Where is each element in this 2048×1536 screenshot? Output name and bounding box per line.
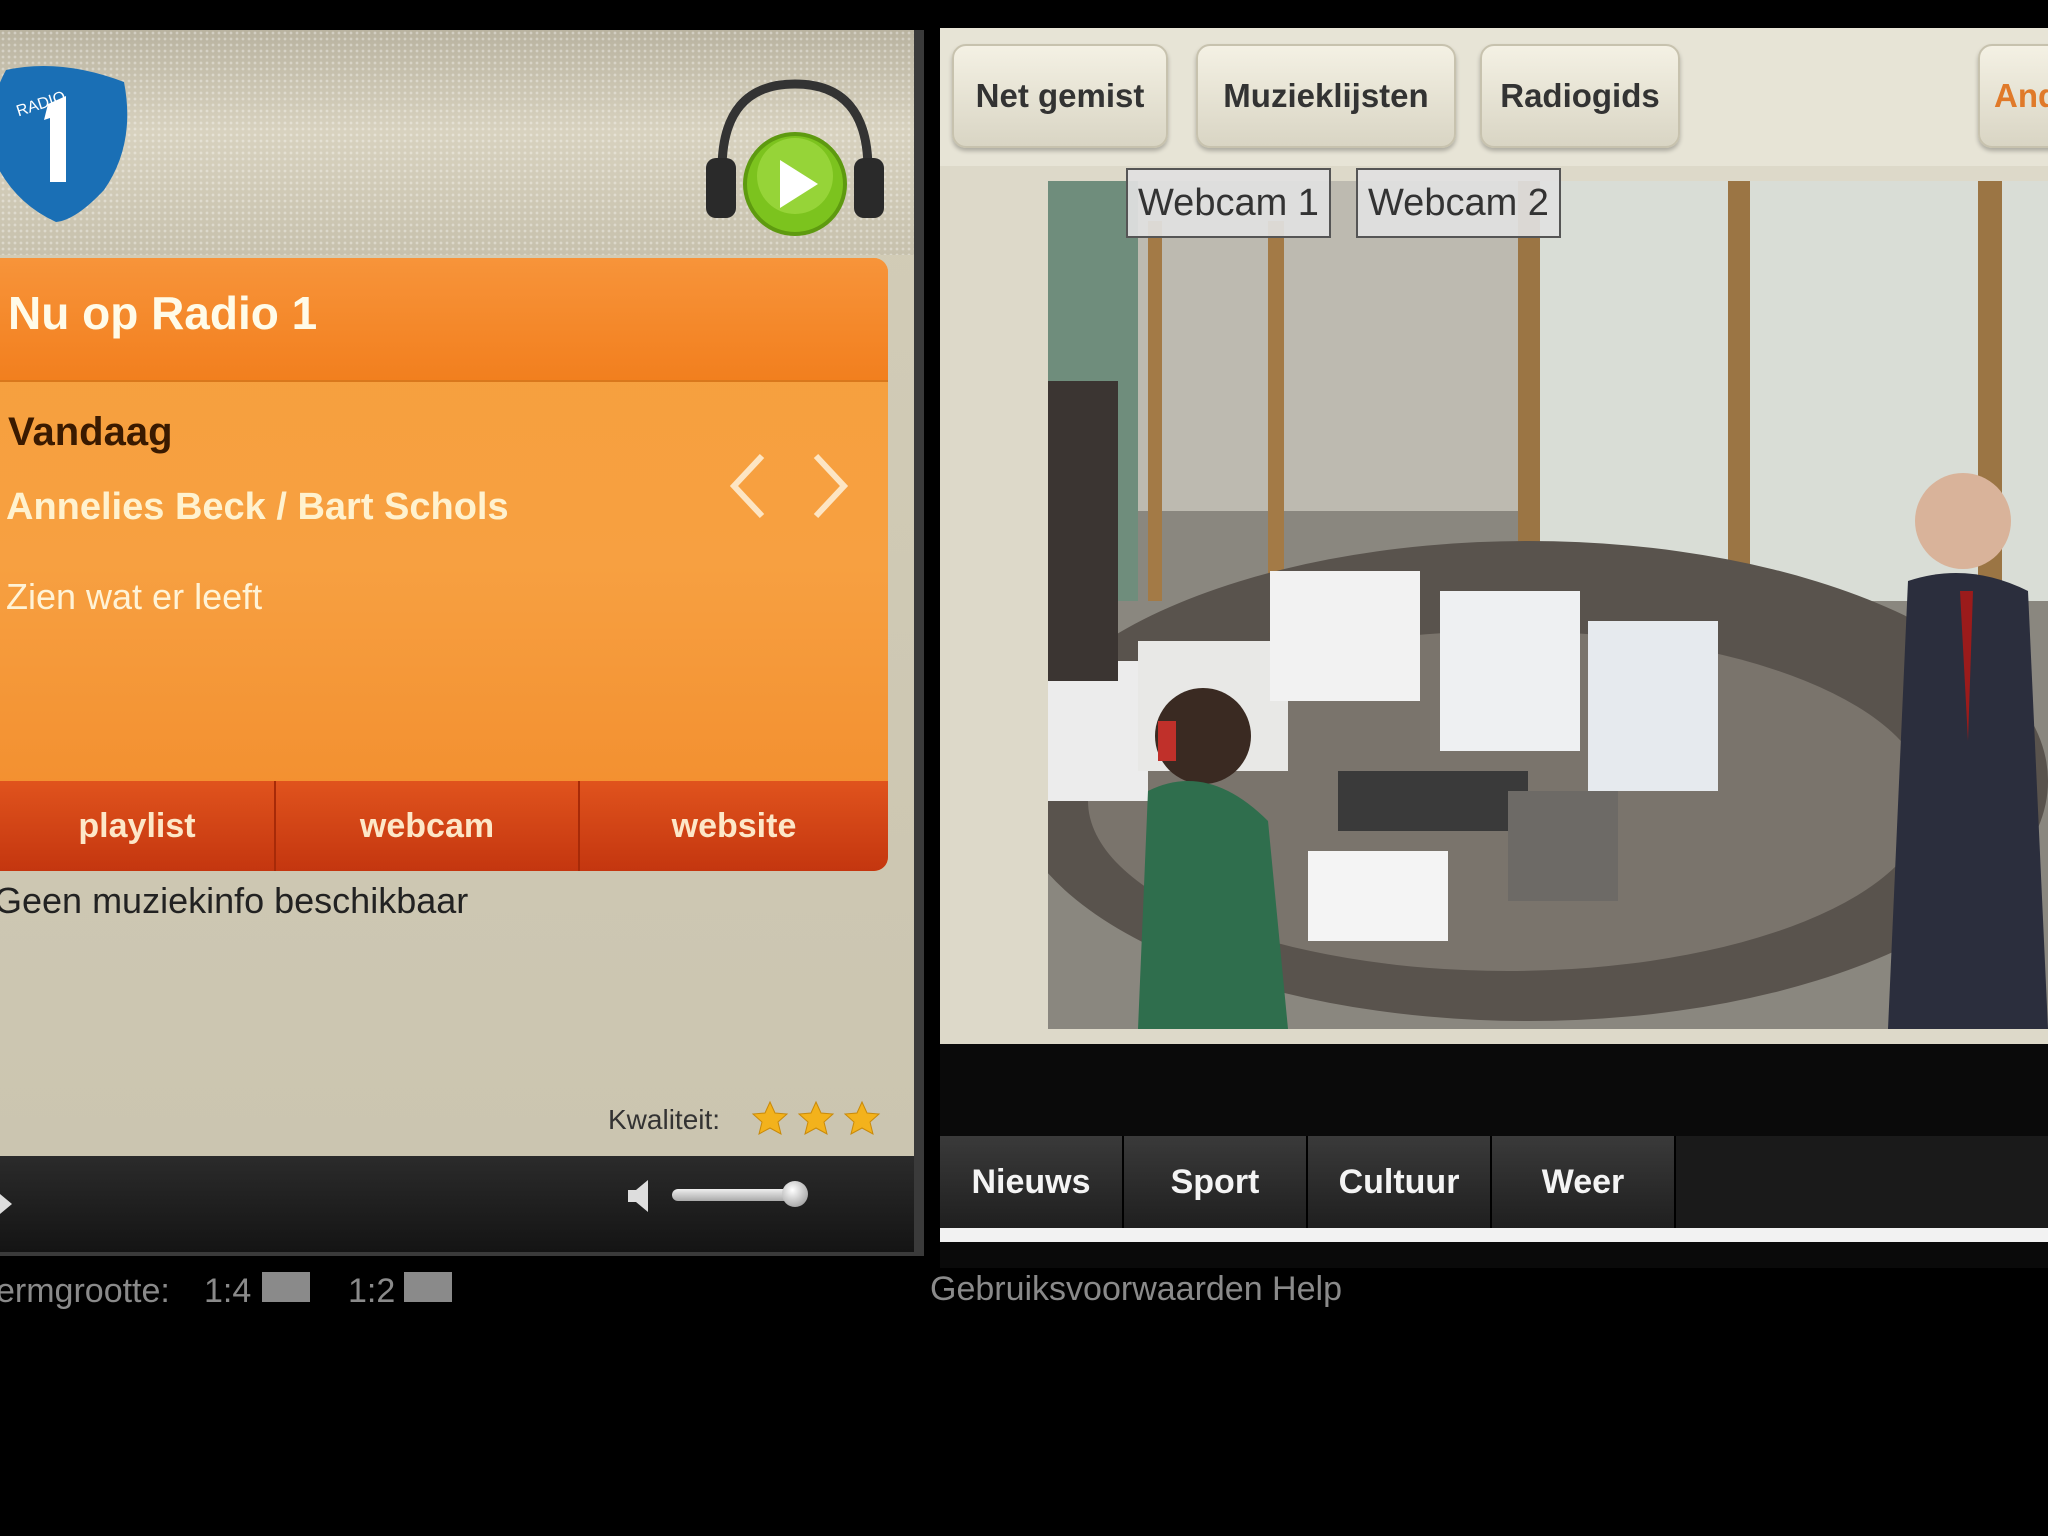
tab-nieuws[interactable]: Nieuws [940,1136,1124,1228]
screen-size-1-4[interactable]: 1:4 [204,1272,251,1311]
quality-stars-icon [751,1100,881,1135]
play-icon[interactable] [0,1190,14,1218]
radiogids-button[interactable]: Radiogids [1480,44,1680,148]
chevron-right-icon[interactable] [800,436,860,536]
webcam-1-tab[interactable]: Webcam 1 [1126,168,1331,238]
right-panel: Net gemist Muzieklijsten Radiogids And [940,28,2048,1268]
window-icon[interactable] [262,1272,310,1302]
volume-slider[interactable] [672,1189,800,1201]
tab-webcam[interactable]: webcam [276,781,580,871]
tab-playlist[interactable]: playlist [0,781,276,871]
music-info-text: Geen muziekinfo beschikbaar [0,880,469,921]
player-controlbar [0,1156,914,1252]
screen-size-label: ermgrootte: [0,1272,170,1310]
tab-sport[interactable]: Sport [1124,1136,1308,1228]
tab-weer[interactable]: Weer [1492,1136,1676,1228]
player-tabs: playlist webcam website [0,781,888,871]
footer-links[interactable]: Gebruiksvoorwaarden Help [930,1270,1342,1309]
muzieklijsten-button[interactable]: Muzieklijsten [1196,44,1456,148]
volume-handle[interactable] [782,1181,808,1207]
webcam-image [1048,181,2048,1029]
show-description: Zien wat er leeft [6,576,263,617]
now-playing-title: Nu op Radio 1 [8,287,318,339]
divider [940,1228,2048,1242]
show-name: Vandaag [8,410,173,454]
player-body: RADIO Nu op Radio 1 Vandaag Annelies Bec… [0,30,914,1156]
category-tabs: Nieuws Sport Cultuur Weer [940,1136,2048,1228]
webcam-2-tab[interactable]: Webcam 2 [1356,168,1561,238]
chevron-left-icon[interactable] [718,436,778,536]
radio-player: RADIO Nu op Radio 1 Vandaag Annelies Bec… [0,30,924,1256]
now-playing-panel: Nu op Radio 1 Vandaag Annelies Beck / Ba… [0,258,888,871]
studio-webcam-photo [1048,181,2048,1029]
speaker-icon[interactable] [626,1176,654,1216]
tab-website[interactable]: website [580,781,888,871]
screen-size-1-2[interactable]: 1:2 [348,1272,395,1311]
quality-label: Kwaliteit: [608,1104,721,1135]
radio-1-logo: RADIO [0,66,128,222]
play-headphones-icon[interactable] [700,66,890,246]
show-hosts: Annelies Beck / Bart Schols [6,486,509,528]
window-icon[interactable] [404,1272,452,1302]
andere-button[interactable]: And [1978,44,2048,148]
net-gemist-button[interactable]: Net gemist [952,44,1168,148]
tab-cultuur[interactable]: Cultuur [1308,1136,1492,1228]
